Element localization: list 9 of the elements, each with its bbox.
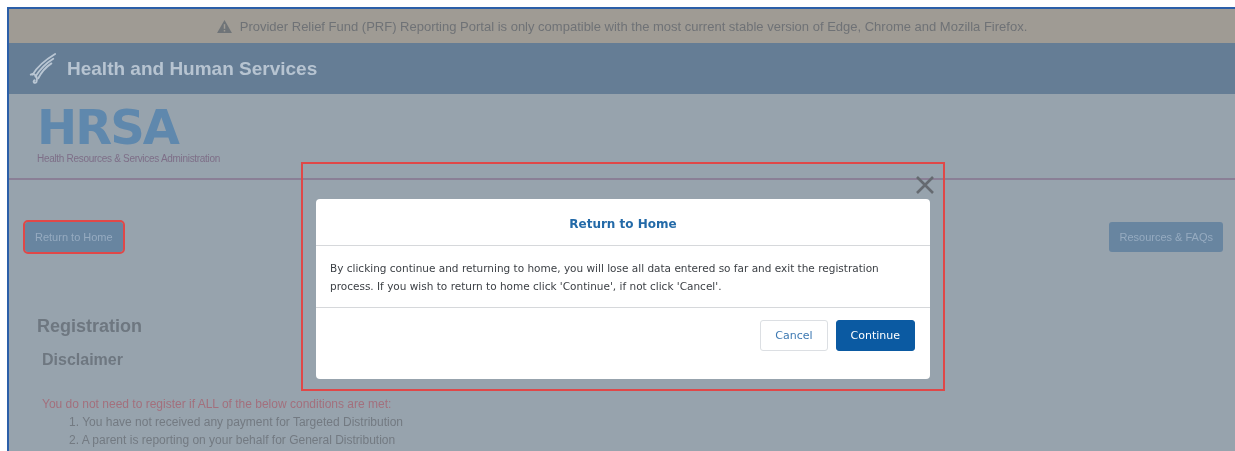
eagle-logo-icon (27, 51, 57, 86)
dialog-message: By clicking continue and returning to home, you will lose all data entered so far and exit the registration process. If you wish to return to home click 'Continue', if not click 'Cancel'. (330, 261, 880, 294)
cancel-button[interactable]: Cancel (760, 320, 828, 351)
dialog-title: Return to Home (316, 199, 930, 246)
warning-icon (216, 19, 232, 33)
continue-button[interactable]: Continue (835, 320, 915, 351)
close-icon[interactable] (915, 175, 935, 195)
agency-logo: HRSA (37, 104, 178, 150)
header-title: Health and Human Services (67, 57, 318, 80)
